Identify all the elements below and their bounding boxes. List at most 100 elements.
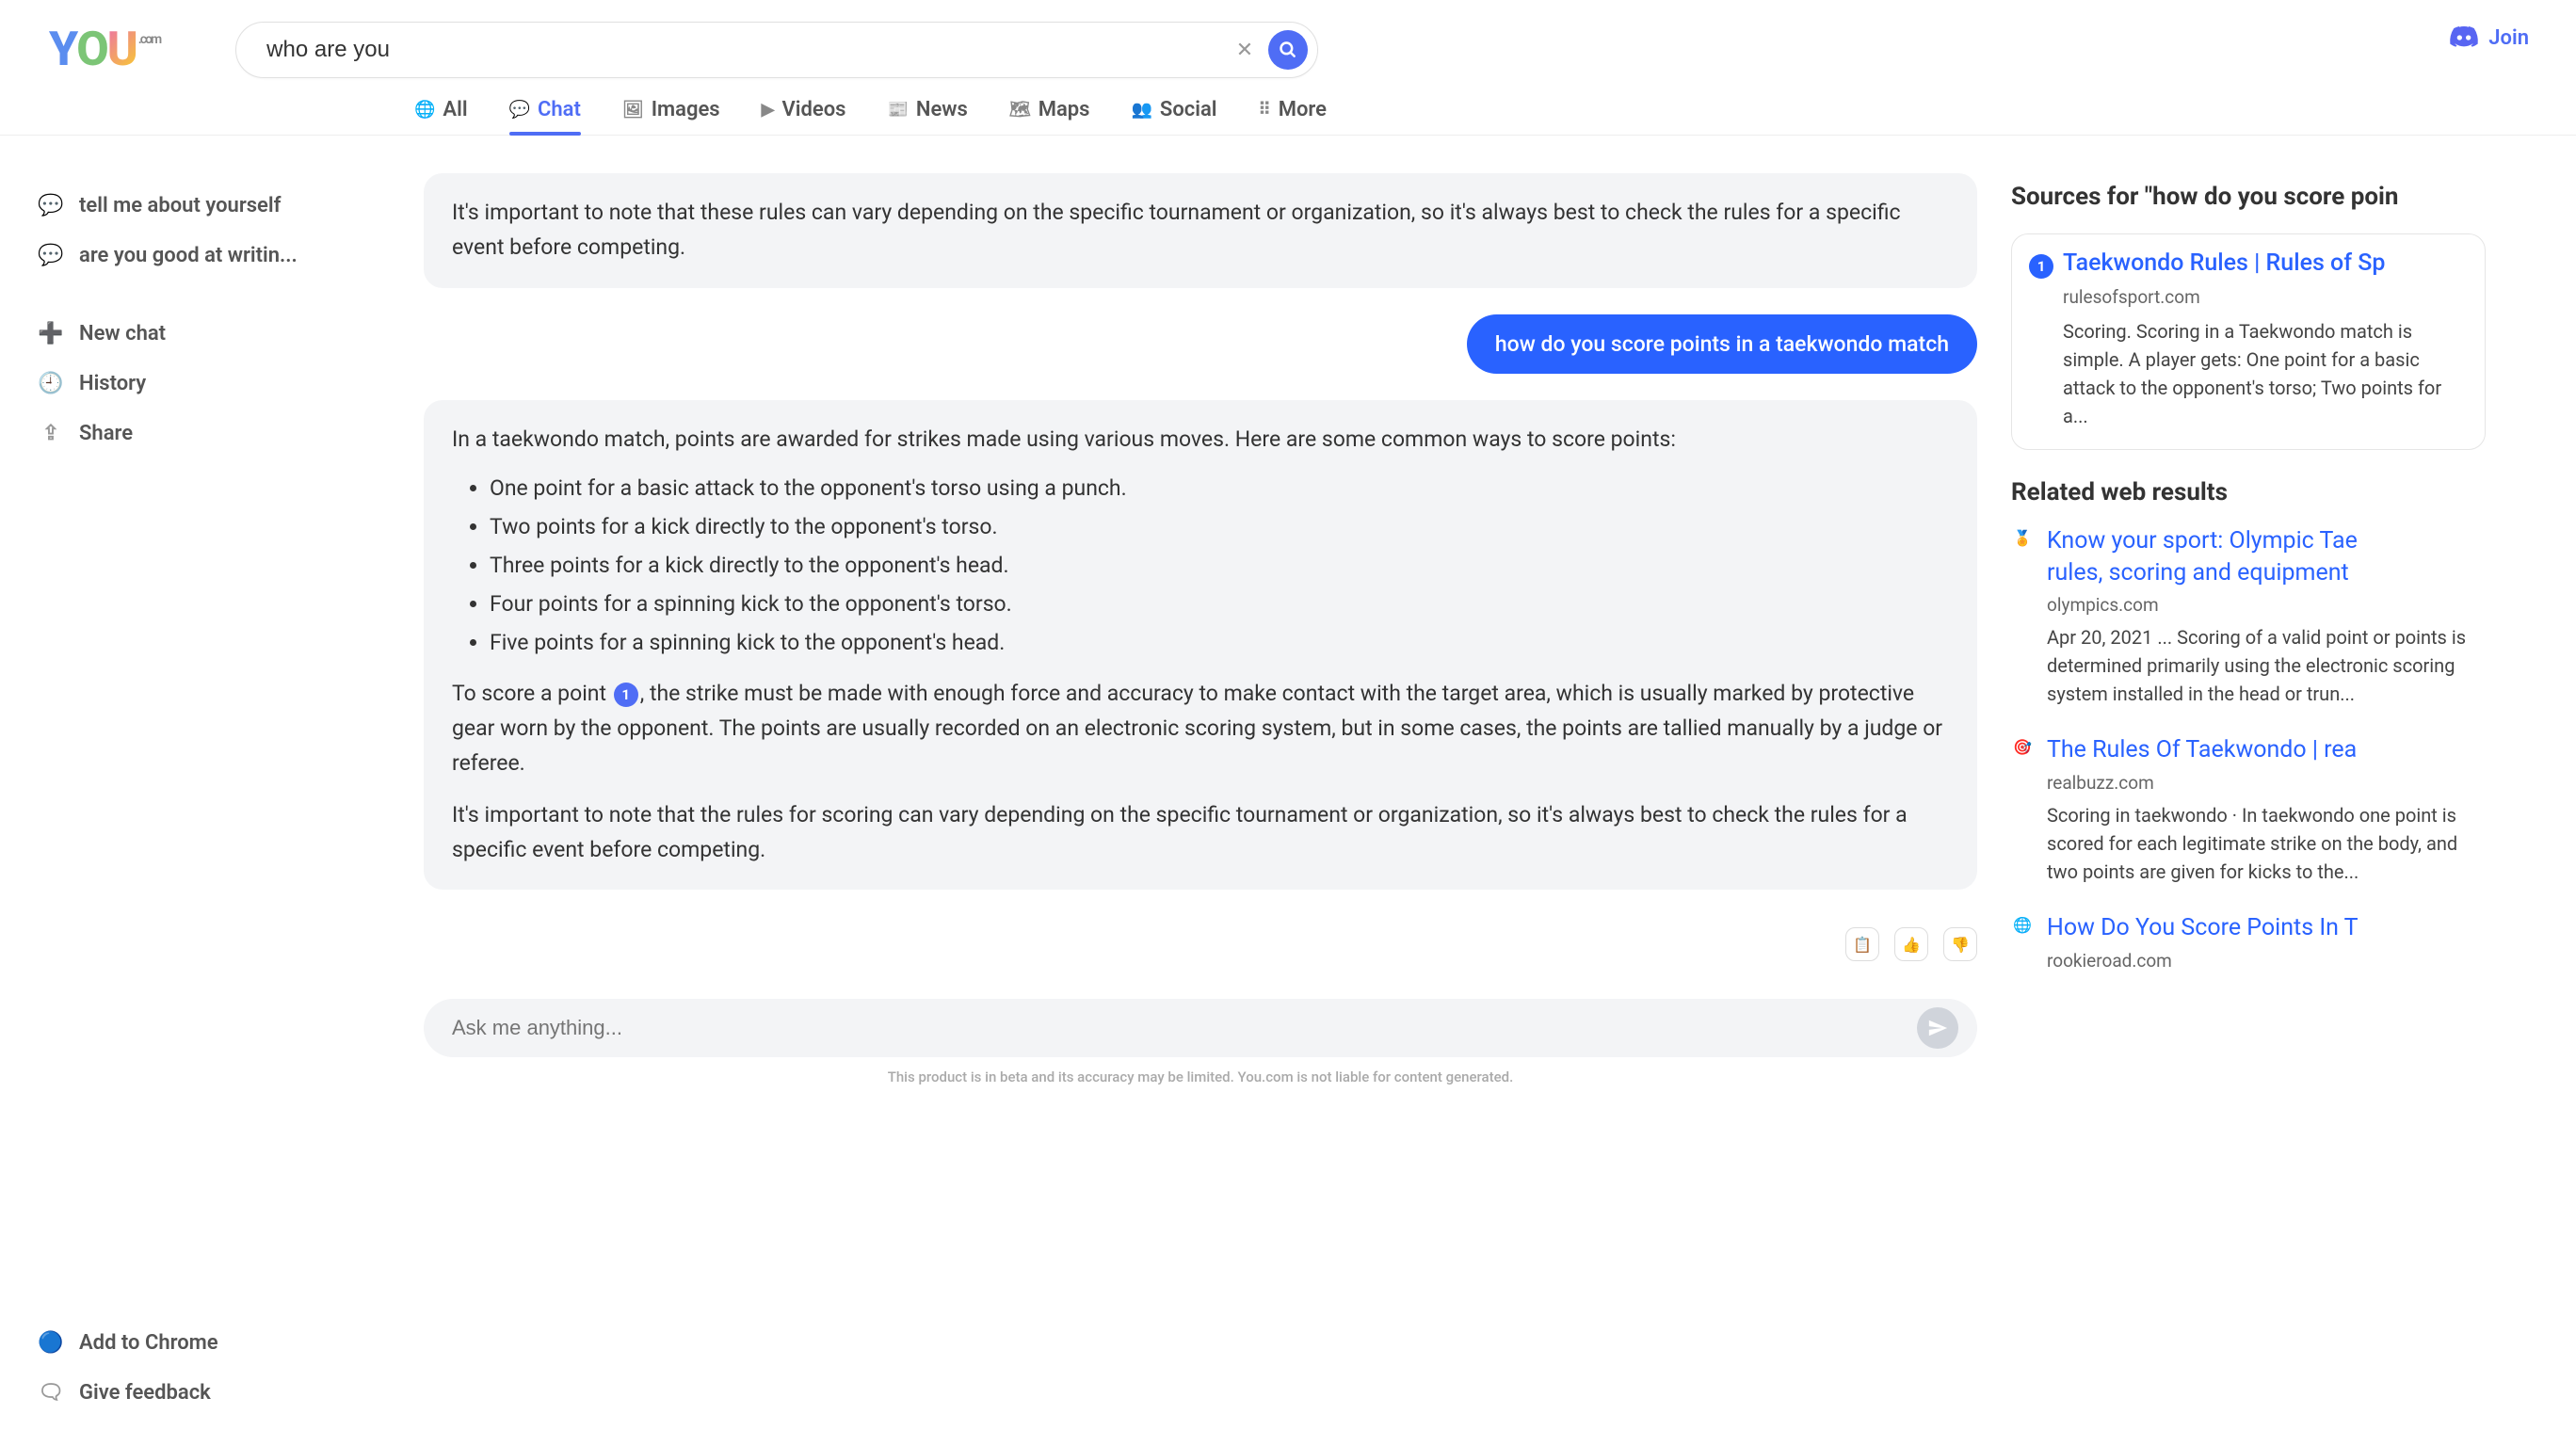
source-title: Taekwondo Rules | Rules of Sp (2063, 249, 2385, 277)
tab-more[interactable]: ⠿ More (1259, 85, 1327, 135)
tab-all[interactable]: 🌐 All (414, 85, 468, 135)
related-result[interactable]: 🏅 Know your sport: Olympic Tae rules, sc… (2011, 525, 2486, 709)
logo-com: .com (138, 32, 160, 47)
give-feedback-button[interactable]: 🗨 Give feedback (19, 1368, 395, 1418)
tab-chat[interactable]: 💬 Chat (509, 85, 581, 135)
new-chat-button[interactable]: ➕ New chat (19, 309, 395, 359)
copy-button[interactable]: 📋 (1845, 927, 1879, 961)
more-icon: ⠿ (1259, 100, 1271, 120)
clock-icon: 🕘 (38, 372, 64, 395)
clear-icon[interactable]: ✕ (1221, 31, 1268, 70)
logo[interactable]: YOU.com (49, 23, 160, 77)
assistant-text: To score a point 1, the strike must be m… (452, 677, 1949, 780)
favicon-icon: 🎯 (2011, 738, 2034, 761)
join-label: Join (2488, 26, 2529, 50)
composer-input[interactable] (452, 1016, 1917, 1040)
list-item: One point for a basic attack to the oppo… (490, 472, 1949, 506)
bottom-label: Give feedback (79, 1381, 211, 1405)
composer (424, 999, 1977, 1057)
all-icon: 🌐 (414, 100, 435, 120)
tab-label: Social (1160, 98, 1217, 121)
search-input[interactable] (266, 37, 1221, 63)
related-snippet: Apr 20, 2021 ... Scoring of a valid poin… (2047, 623, 2486, 708)
recent-chat-item[interactable]: 💬 tell me about yourself (19, 181, 395, 231)
recent-label: tell me about yourself (79, 194, 281, 217)
join-button[interactable]: Join (2449, 23, 2529, 53)
source-snippet: Scoring. Scoring in a Taekwondo match is… (2063, 317, 2466, 430)
tab-label: News (916, 98, 968, 121)
share-icon: ⇪ (38, 422, 64, 445)
chat-area: It's important to note that these rules … (395, 136, 1977, 1440)
news-icon: 📰 (887, 100, 908, 120)
list-item: Four points for a spinning kick to the o… (490, 587, 1949, 622)
tab-videos[interactable]: ▶ Videos (762, 85, 846, 135)
related-heading: Related web results (2011, 478, 2486, 506)
assistant-text: It's important to note that these rules … (452, 200, 1901, 260)
related-result[interactable]: 🌐 How Do You Score Points In T rookieroa… (2011, 912, 2486, 972)
share-button[interactable]: ⇪ Share (19, 409, 395, 458)
tab-social[interactable]: 👥 Social (1131, 85, 1216, 135)
tab-label: More (1279, 98, 1327, 121)
favicon-icon: 🌐 (2011, 916, 2034, 939)
tab-maps[interactable]: 🗺Maps (1009, 85, 1090, 135)
action-label: Share (79, 422, 133, 445)
list-item: Two points for a kick directly to the op… (490, 510, 1949, 545)
chrome-icon: 🔵 (38, 1331, 64, 1355)
search-bar: ✕ (235, 22, 1318, 78)
related-title: rules, scoring and equipment (2047, 557, 2486, 589)
thumbs-up-button[interactable]: 👍 (1894, 927, 1928, 961)
left-sidebar: 💬 tell me about yourself 💬 are you good at… (0, 136, 395, 1440)
action-label: New chat (79, 322, 166, 345)
favicon-icon: 🏅 (2011, 529, 2034, 552)
assistant-text: It's important to note that the rules fo… (452, 798, 1949, 868)
answer-list: One point for a basic attack to the oppo… (490, 472, 1949, 660)
tab-label: Chat (538, 98, 581, 121)
tab-news[interactable]: 📰 News (887, 85, 967, 135)
related-title: The Rules Of Taekwondo | rea (2047, 734, 2486, 766)
related-snippet: Scoring in taekwondo · In taekwondo one … (2047, 801, 2486, 886)
sources-heading: Sources for "how do you score poin (2011, 183, 2486, 211)
text-fragment: , the strike must be made with enough fo… (452, 681, 1942, 776)
related-domain: olympics.com (2047, 594, 2486, 616)
related-title: Know your sport: Olympic Tae (2047, 525, 2486, 557)
assistant-text: In a taekwondo match, points are awarded… (452, 423, 1949, 458)
chat-icon: 💬 (509, 100, 530, 120)
user-message: how do you score points in a taekwondo m… (1467, 314, 1977, 374)
history-button[interactable]: 🕘 History (19, 359, 395, 409)
videos-icon: ▶ (762, 100, 775, 120)
right-panel: Sources for "how do you score poin 1 Taek… (1977, 136, 2486, 1440)
related-title: How Do You Score Points In T (2047, 912, 2359, 944)
feedback-icon: 🗨 (38, 1381, 64, 1405)
source-card[interactable]: 1Taekwondo Rules | Rules of Sp rulesofsp… (2011, 233, 2486, 450)
send-button[interactable] (1917, 1007, 1958, 1049)
discord-icon (2449, 23, 2479, 53)
recent-label: are you good at writin... (79, 244, 298, 267)
search-button[interactable] (1268, 30, 1308, 70)
text-fragment: To score a point (452, 681, 612, 706)
add-to-chrome-button[interactable]: 🔵 Add to Chrome (19, 1318, 395, 1368)
assistant-message: It's important to note that these rules … (424, 173, 1977, 288)
bottom-label: Add to Chrome (79, 1331, 218, 1355)
tab-images[interactable]: 🖼Images (622, 85, 720, 135)
recent-chat-item[interactable]: 💬 are you good at writin... (19, 231, 395, 281)
citation-badge[interactable]: 1 (614, 683, 638, 707)
list-item: Three points for a kick directly to the … (490, 549, 1949, 584)
chat-bubble-icon: 💬 (38, 244, 64, 267)
related-domain: realbuzz.com (2047, 772, 2486, 794)
related-result[interactable]: 🎯 The Rules Of Taekwondo | rea realbuzz.… (2011, 734, 2486, 886)
chat-bubble-icon: 💬 (38, 194, 64, 217)
maps-icon: 🗺 (1009, 100, 1031, 120)
feedback-row: 📋 👍 👎 (424, 927, 1977, 961)
tab-label: All (443, 98, 467, 121)
plus-icon: ➕ (38, 322, 64, 345)
thumbs-down-button[interactable]: 👎 (1943, 927, 1977, 961)
action-label: History (79, 372, 146, 395)
social-icon: 👥 (1131, 100, 1151, 120)
beta-disclaimer: This product is in beta and its accuracy… (424, 1068, 1977, 1085)
assistant-message: In a taekwondo match, points are awarded… (424, 400, 1977, 891)
list-item: Five points for a spinning kick to the o… (490, 626, 1949, 661)
tabs: 🌐 All 💬 Chat 🖼Images ▶ Videos 📰 News 🗺Maps 👥… (0, 85, 2576, 136)
tab-label: Videos (781, 98, 845, 121)
source-number-badge: 1 (2029, 254, 2053, 279)
images-icon: 🖼 (622, 100, 644, 120)
